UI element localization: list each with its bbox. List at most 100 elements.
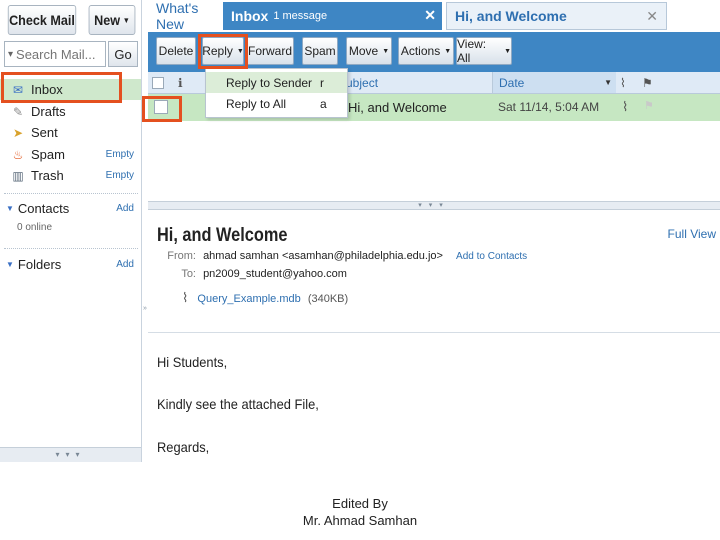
sidebar-resize-grip[interactable]: ▾▾▾ [0, 447, 141, 462]
chevron-down-icon: ▼ [444, 47, 452, 55]
folders-label: Folders [17, 256, 62, 272]
flag-icon[interactable]: ⚑ [644, 99, 654, 112]
move-button[interactable]: Move ▼ [346, 37, 392, 65]
select-all-checkbox[interactable] [152, 72, 166, 93]
view-label: View: All [457, 37, 487, 65]
chevron-down-icon: ▼ [122, 15, 130, 25]
search-dropdown-icon[interactable]: ▾ [8, 49, 13, 60]
from-row: From: ahmad samhan <asamhan@philadelphia… [158, 250, 527, 266]
sender-email: <asamhan@philadelphia.edu.jo> [281, 250, 443, 262]
new-button-label: New [94, 12, 121, 28]
caption-line: Edited By [332, 496, 388, 511]
move-label: Move [348, 44, 379, 58]
attachment-row: ⌇ Query_Example.mdb (340KB) [182, 290, 348, 306]
date-header-label: Date [499, 75, 525, 90]
folder-inbox[interactable]: ✉ Inbox [0, 79, 141, 100]
reply-label: Reply [202, 44, 233, 58]
folder-label: Spam [31, 147, 65, 162]
row-date: Sat 11/14, 5:04 AM [498, 100, 600, 114]
folder-label: Inbox [31, 82, 63, 97]
chevron-down-icon: ▼ [382, 47, 390, 55]
attachment-column-icon[interactable]: ⌇ [620, 72, 636, 93]
info-column-icon[interactable]: ℹ [178, 72, 194, 93]
search-go-button[interactable]: Go [108, 41, 138, 67]
message-body-line: Regards, [157, 439, 210, 455]
reply-button[interactable]: Reply ▼ [202, 37, 244, 65]
add-to-contacts-link[interactable]: Add to Contacts [456, 251, 527, 262]
shortcut-key: a [320, 96, 327, 111]
tab-label: Inbox [231, 8, 269, 24]
from-label: From: [167, 250, 196, 262]
attachment-link[interactable]: Query_Example.mdb [197, 293, 300, 305]
tab-bar: What's New Inbox 1 message ✕ Hi, and Wel… [148, 0, 720, 32]
folder-sent[interactable]: ➤ Sent [0, 122, 141, 143]
paperclip-icon: ⌇ [182, 290, 189, 305]
delete-button[interactable]: Delete [156, 37, 196, 65]
slide-caption: Edited By Mr. Ahmad Samhan [0, 495, 720, 529]
to-row: To: pn2009_student@yahoo.com [158, 268, 347, 284]
close-icon[interactable]: ✕ [424, 7, 436, 24]
empty-trash-link[interactable]: Empty [106, 170, 134, 181]
tab-inbox[interactable]: Inbox 1 message ✕ [223, 2, 442, 30]
subject-column-header[interactable]: Subject [338, 72, 488, 93]
pane-resize-grip[interactable]: ▾▾▾ [148, 201, 720, 210]
row-subject: Hi, and Welcome [348, 100, 447, 115]
menu-item-reply-to-all[interactable]: Reply to All a [206, 93, 347, 114]
folder-trash[interactable]: ▥ Trash Empty [0, 165, 141, 186]
folder-label: Trash [31, 168, 64, 183]
folders-section[interactable]: ▼ Folders Add [0, 254, 141, 274]
attachment-icon: ⌇ [622, 99, 629, 114]
message-count: 1 message [273, 10, 328, 22]
new-button[interactable]: New ▼ [88, 5, 136, 35]
menu-item-reply-to-sender[interactable]: Reply to Sender r [206, 72, 347, 93]
menu-item-label: Reply to Sender [226, 75, 313, 90]
forward-button[interactable]: Forward [246, 37, 294, 65]
message-list-empty-area [148, 121, 720, 201]
tab-label: What's New [156, 0, 199, 32]
folder-drafts[interactable]: ✎ Drafts [0, 101, 141, 122]
shortcut-key: r [320, 75, 324, 90]
close-icon[interactable]: ✕ [646, 8, 658, 25]
full-view-link[interactable]: Full View [668, 227, 716, 241]
date-column-header[interactable]: Date ▼ [492, 72, 616, 93]
sender-name: ahmad samhan [203, 250, 279, 262]
view-filter-button[interactable]: View: All ▼ [456, 37, 512, 65]
recipient: pn2009_student@yahoo.com [203, 268, 347, 280]
message-title: Hi, and Welcome [157, 225, 288, 246]
sidebar-divider [4, 248, 138, 249]
empty-spam-link[interactable]: Empty [106, 149, 134, 160]
menu-item-label: Reply to All [226, 96, 287, 111]
row-checkbox[interactable] [154, 100, 168, 114]
spam-icon: ♨ [12, 147, 24, 162]
add-folder-link[interactable]: Add [116, 259, 134, 270]
chevron-down-icon: ▼ [504, 47, 511, 55]
actions-button[interactable]: Actions ▼ [398, 37, 454, 65]
tab-message[interactable]: Hi, and Welcome ✕ [446, 2, 667, 30]
folder-label: Drafts [31, 104, 66, 119]
caption-author: Mr. Ahmad Samhan [302, 513, 418, 528]
left-sidebar: Check Mail New ▼ ▾ Go ✉ Inbox ✎ Drafts ➤… [0, 0, 142, 462]
sent-icon: ➤ [12, 125, 24, 140]
reading-pane: Hi, and Welcome Full View From: ahmad sa… [148, 211, 720, 462]
online-status: 0 online [17, 222, 53, 233]
collapse-triangle-icon[interactable]: ▼ [6, 204, 14, 213]
message-toolbar: Delete Reply ▼ Forward Spam Move ▼ Actio… [148, 32, 720, 72]
chevron-down-icon: ▼ [236, 47, 244, 55]
drafts-icon: ✎ [12, 104, 24, 119]
search-input[interactable] [16, 46, 97, 62]
folder-spam[interactable]: ♨ Spam Empty [0, 144, 141, 165]
sidebar-divider [4, 193, 138, 194]
to-label: To: [181, 268, 196, 280]
check-mail-button[interactable]: Check Mail [7, 5, 77, 35]
header-divider [148, 332, 720, 333]
inbox-icon: ✉ [12, 82, 24, 97]
flag-column-icon[interactable]: ⚑ [642, 72, 656, 93]
tab-whats-new[interactable]: What's New [148, 0, 221, 32]
add-contact-link[interactable]: Add [116, 203, 134, 214]
tab-label: Hi, and Welcome [455, 8, 567, 24]
spam-button[interactable]: Spam [302, 37, 338, 65]
trash-icon: ▥ [12, 168, 24, 183]
sort-down-icon: ▼ [604, 78, 612, 87]
collapse-triangle-icon[interactable]: ▼ [6, 260, 14, 269]
contacts-section[interactable]: ▼ Contacts Add [0, 198, 141, 218]
